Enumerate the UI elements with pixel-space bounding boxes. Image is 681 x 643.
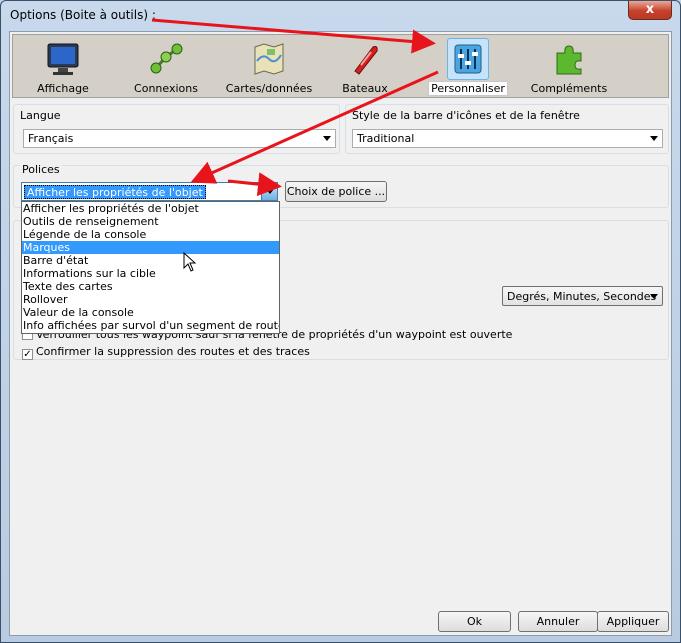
tool-label: Affichage <box>37 82 89 95</box>
font-element-select[interactable]: Afficher les propriétés de l'objet <box>21 182 278 201</box>
tool-cartes[interactable]: Cartes/données <box>219 35 319 97</box>
tool-connexions[interactable]: Connexions <box>116 35 216 97</box>
langue-select[interactable]: Français <box>23 129 336 148</box>
chevron-down-icon <box>650 294 658 299</box>
cancel-button[interactable]: Annuler <box>518 611 598 632</box>
boat-icon <box>354 46 378 75</box>
list-item[interactable]: Afficher les propriétés de l'objet <box>22 202 279 215</box>
tool-label: Personnaliser <box>428 81 508 96</box>
list-item[interactable]: Légende de la console <box>22 228 279 241</box>
list-item[interactable]: Barre d'état <box>22 254 279 267</box>
chevron-down-icon <box>650 136 658 141</box>
network-nodes-icon <box>150 43 183 74</box>
tool-affichage[interactable]: Affichage <box>13 35 113 97</box>
confirm-delete-row[interactable]: ✓ Confirmer la suppression des routes et … <box>22 345 310 360</box>
chevron-down-icon[interactable] <box>261 183 277 200</box>
category-toolbar: Affichage Connexions Cartes/données Bate… <box>12 34 669 98</box>
tool-bateaux[interactable]: Bateaux <box>315 35 415 97</box>
tool-label: Connexions <box>134 82 198 95</box>
polices-title: Polices <box>20 163 62 176</box>
list-item[interactable]: Outils de renseignement <box>22 215 279 228</box>
chevron-down-icon <box>323 136 331 141</box>
title-bar[interactable]: Options (Boite à outils) : x <box>1 1 680 31</box>
ok-button[interactable]: Ok <box>438 611 511 632</box>
chart-map-icon <box>254 43 284 75</box>
tool-personnaliser[interactable]: Personnaliser <box>418 35 518 97</box>
mouse-pointer-icon <box>183 252 197 272</box>
list-item[interactable]: Rollover <box>22 293 279 306</box>
list-item[interactable]: Texte des cartes <box>22 280 279 293</box>
puzzle-icon <box>556 45 582 75</box>
apply-button[interactable]: Appliquer <box>597 611 669 632</box>
font-element-value: Afficher les propriétés de l'objet <box>24 185 206 199</box>
coordinate-format-value: Degrés, Minutes, Secondes <box>507 290 657 303</box>
confirm-delete-label: Confirmer la suppression des routes et d… <box>36 345 310 358</box>
list-item[interactable]: Valeur de la console <box>22 306 279 319</box>
tool-label: Bateaux <box>342 82 388 95</box>
window-title: Options (Boite à outils) : <box>10 8 156 22</box>
options-window: Options (Boite à outils) : x Affichage C… <box>0 0 681 643</box>
tool-label: Compléments <box>530 82 608 95</box>
client-area: Affichage Connexions Cartes/données Bate… <box>9 31 672 636</box>
list-item[interactable]: Informations sur la cible <box>22 267 279 280</box>
list-item-highlighted[interactable]: Marques <box>22 241 279 254</box>
list-item[interactable]: Info affichées par survol d'un segment d… <box>22 319 279 332</box>
monitor-icon <box>47 43 79 75</box>
tool-label: Cartes/données <box>225 82 313 95</box>
langue-value: Français <box>28 132 74 145</box>
tool-complements[interactable]: Compléments <box>519 35 619 97</box>
style-group: Style de la barre d'icônes et de la fenê… <box>345 104 669 154</box>
langue-group: Langue Français <box>13 104 340 154</box>
confirm-delete-checkbox[interactable]: ✓ <box>22 349 33 360</box>
close-button[interactable]: x <box>628 1 672 20</box>
style-title: Style de la barre d'icônes et de la fenê… <box>352 109 580 122</box>
style-select[interactable]: Traditional <box>352 129 663 148</box>
sliders-icon <box>454 44 482 74</box>
langue-title: Langue <box>20 109 61 122</box>
coordinate-format-select[interactable]: Degrés, Minutes, Secondes <box>502 286 663 306</box>
font-element-dropdown-list: Afficher les propriétés de l'objet Outil… <box>21 201 280 334</box>
style-value: Traditional <box>357 132 415 145</box>
choose-font-button[interactable]: Choix de police ... <box>285 181 387 202</box>
